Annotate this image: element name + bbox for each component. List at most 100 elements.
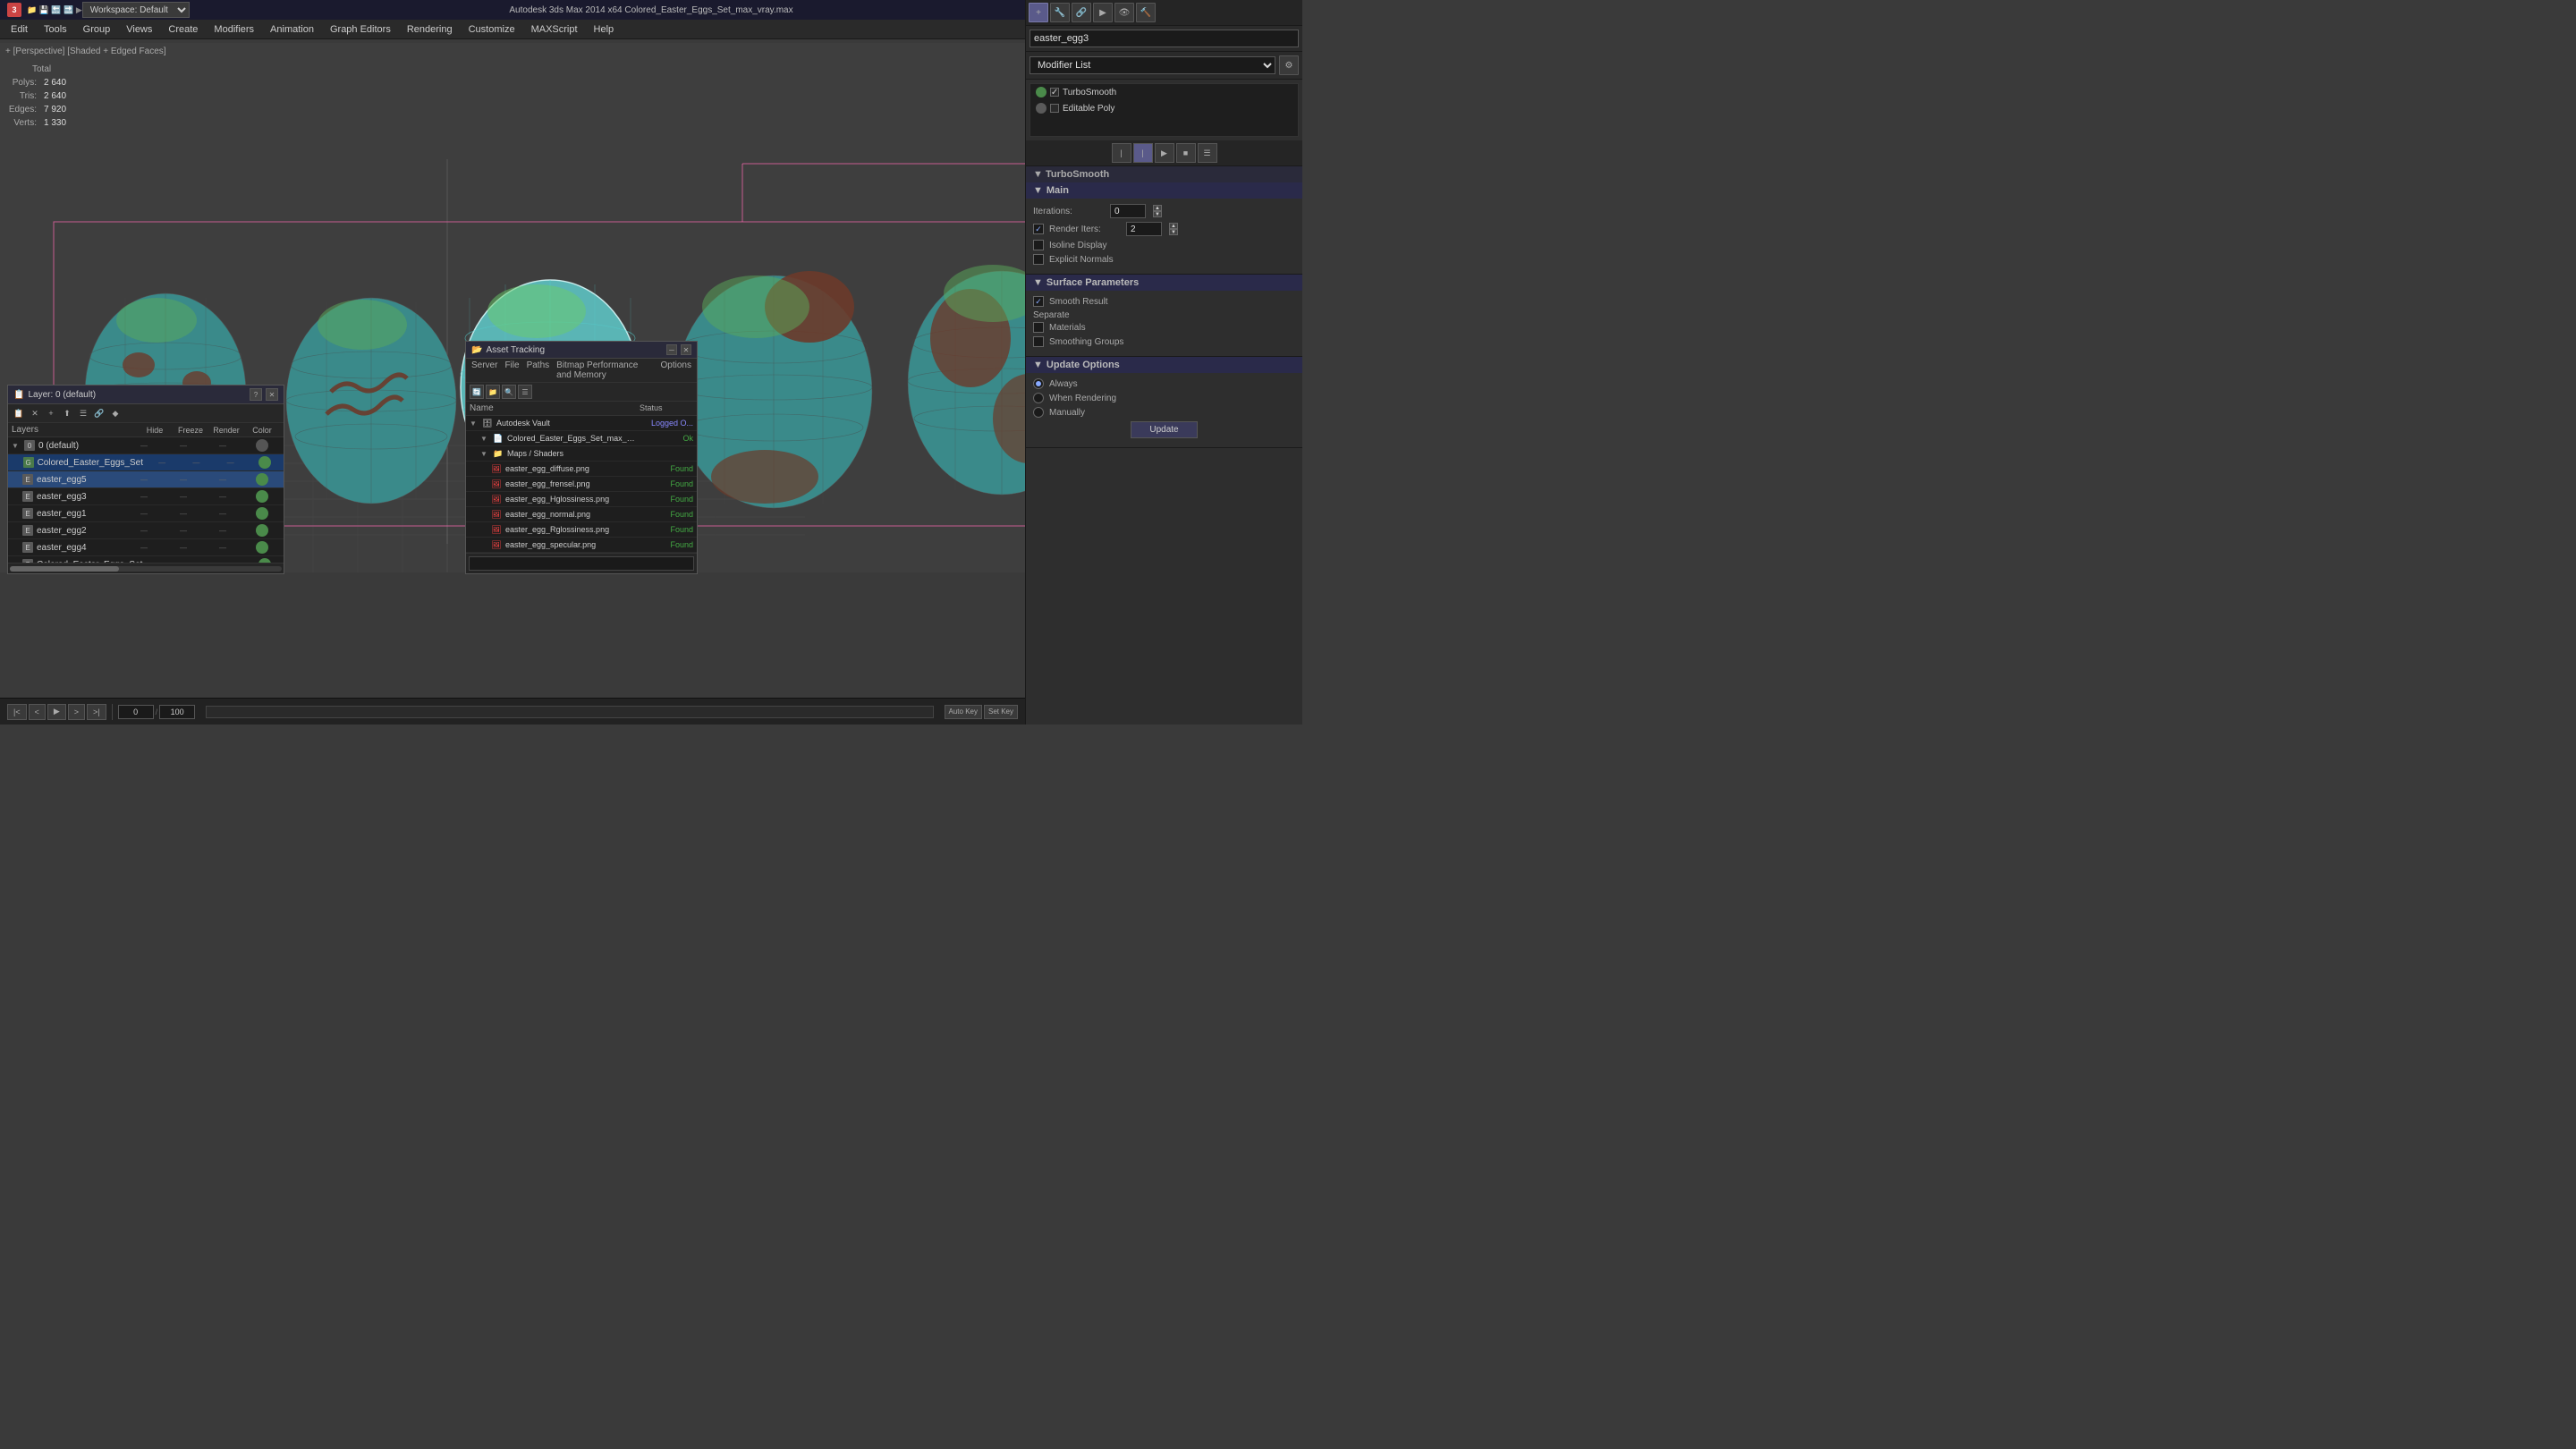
- layer-item-egg3[interactable]: E easter_egg3 — — —: [8, 488, 284, 505]
- render-iters-checkbox[interactable]: [1033, 224, 1044, 234]
- layer-toolbar-btn-delete[interactable]: ✕: [28, 406, 42, 420]
- render-iters-up-btn[interactable]: ▲: [1169, 223, 1178, 229]
- layer-toolbar-btn-add[interactable]: +: [44, 406, 58, 420]
- layer-render-group[interactable]: —: [215, 459, 245, 467]
- bottom-btn-4[interactable]: >: [68, 704, 85, 720]
- asset-item-rgloss[interactable]: 🖼 easter_egg_Rglossiness.png Found: [466, 522, 697, 538]
- pv-btn-5[interactable]: ☰: [1198, 143, 1217, 163]
- render-iters-input[interactable]: [1126, 222, 1162, 236]
- workspace-dropdown[interactable]: Workspace: DefaultWorkspace: Default: [82, 2, 190, 18]
- materials-checkbox[interactable]: [1033, 322, 1044, 333]
- layer-panel-scrollbar[interactable]: [8, 563, 284, 573]
- modifier-turbosmooth[interactable]: ✓ TurboSmooth: [1030, 84, 1298, 100]
- update-options-header[interactable]: ▼ Update Options: [1026, 357, 1302, 373]
- pv-btn-3[interactable]: ▶: [1155, 143, 1174, 163]
- layer-hide-egg4[interactable]: —: [126, 544, 162, 552]
- asset-menu-paths[interactable]: Paths: [527, 360, 550, 380]
- pv-btn-4[interactable]: ■: [1176, 143, 1196, 163]
- modifier-editable-poly-checkbox[interactable]: [1050, 104, 1059, 113]
- menu-help[interactable]: Help: [587, 22, 622, 37]
- rp-btn-hierarchy[interactable]: 🔗: [1072, 3, 1091, 22]
- asset-item-diffuse[interactable]: 🖼 easter_egg_diffuse.png Found: [466, 462, 697, 477]
- asset-item-maps[interactable]: ▼ 📁 Maps / Shaders: [466, 446, 697, 462]
- frame-input[interactable]: [118, 705, 154, 719]
- layer-render-0[interactable]: —: [205, 442, 241, 450]
- layer-item-egg4[interactable]: E easter_egg4 — — —: [8, 539, 284, 556]
- when-rendering-radio[interactable]: [1033, 393, 1044, 403]
- isoline-checkbox[interactable]: [1033, 240, 1044, 250]
- smoothing-groups-checkbox[interactable]: [1033, 336, 1044, 347]
- main-section-header[interactable]: ▼ Main: [1026, 182, 1302, 199]
- asset-item-normal[interactable]: 🖼 easter_egg_normal.png Found: [466, 507, 697, 522]
- layer-render-egg2[interactable]: —: [205, 527, 241, 535]
- asset-item-maxfile[interactable]: ▼ 📄 Colored_Easter_Eggs_Set_max_vray.max…: [466, 431, 697, 446]
- asset-menu-file[interactable]: File: [504, 360, 519, 380]
- bottom-btn-1[interactable]: |<: [7, 704, 27, 720]
- layer-freeze-egg1[interactable]: —: [165, 510, 201, 518]
- asset-item-specular[interactable]: 🖼 easter_egg_specular.png Found: [466, 538, 697, 553]
- bottom-btn-2[interactable]: <: [29, 704, 46, 720]
- layer-item-colored-eggs-set[interactable]: G Colored_Easter_Eggs_Set — — —: [8, 454, 284, 471]
- menu-maxscript[interactable]: MAXScript: [524, 22, 585, 37]
- menu-views[interactable]: Views: [119, 22, 159, 37]
- layer-close-btn[interactable]: ✕: [266, 388, 278, 401]
- layer-freeze-egg5[interactable]: —: [165, 476, 201, 484]
- turbosmooth-header[interactable]: ▼ TurboSmooth: [1026, 166, 1302, 182]
- manually-radio[interactable]: [1033, 407, 1044, 418]
- layer-toolbar-btn-7[interactable]: ◆: [108, 406, 123, 420]
- menu-create[interactable]: Create: [161, 22, 205, 37]
- layer-freeze-eggs-set-2[interactable]: —: [181, 561, 211, 564]
- layer-hide-group[interactable]: —: [147, 459, 177, 467]
- asset-menu-server[interactable]: Server: [471, 360, 497, 380]
- layer-hide-egg2[interactable]: —: [126, 527, 162, 535]
- bottom-btn-5[interactable]: >|: [87, 704, 106, 720]
- asset-close-btn[interactable]: ✕: [681, 344, 691, 355]
- surface-params-header[interactable]: ▼ Surface Parameters: [1026, 275, 1302, 291]
- asset-toolbar-btn-1[interactable]: 🔄: [470, 385, 484, 399]
- layer-toolbar-btn-6[interactable]: 🔗: [92, 406, 106, 420]
- explicit-normals-checkbox[interactable]: [1033, 254, 1044, 265]
- asset-menu-bitmap[interactable]: Bitmap Performance and Memory: [556, 360, 653, 380]
- layer-render-egg5[interactable]: —: [205, 476, 241, 484]
- layer-hide-eggs-set-2[interactable]: —: [146, 561, 176, 564]
- layer-toolbar-btn-1[interactable]: 📋: [12, 406, 26, 420]
- asset-item-vault[interactable]: ▼ 🗄 Autodesk Vault Logged O...: [466, 416, 697, 431]
- layer-item-0-default[interactable]: ▼ 0 0 (default) — — —: [8, 437, 284, 454]
- layer-item-egg1[interactable]: E easter_egg1 — — —: [8, 505, 284, 522]
- layer-hide-egg5[interactable]: —: [126, 476, 162, 484]
- layer-render-egg3[interactable]: —: [205, 493, 241, 501]
- modifier-list-dropdown[interactable]: Modifier List: [1030, 56, 1275, 74]
- asset-minimize-btn[interactable]: ─: [666, 344, 677, 355]
- layer-render-egg1[interactable]: —: [205, 510, 241, 518]
- asset-menu-options[interactable]: Options: [661, 360, 691, 380]
- modifier-configure-btn[interactable]: ⚙: [1279, 55, 1299, 75]
- asset-toolbar-btn-3[interactable]: 🔍: [502, 385, 516, 399]
- layer-freeze-egg2[interactable]: —: [165, 527, 201, 535]
- asset-item-frensel[interactable]: 🖼 easter_egg_frensel.png Found: [466, 477, 697, 492]
- layer-render-egg4[interactable]: —: [205, 544, 241, 552]
- layer-help-btn[interactable]: ?: [250, 388, 262, 401]
- menu-tools[interactable]: Tools: [37, 22, 74, 37]
- layer-render-eggs-set-2[interactable]: —: [215, 561, 245, 564]
- layer-freeze-egg3[interactable]: —: [165, 493, 201, 501]
- menu-modifiers[interactable]: Modifiers: [207, 22, 261, 37]
- pv-btn-2[interactable]: |: [1133, 143, 1153, 163]
- autokey-btn[interactable]: Auto Key: [945, 705, 982, 719]
- layer-item-egg5[interactable]: E easter_egg5 — — —: [8, 471, 284, 488]
- rp-btn-modify[interactable]: 🔧: [1050, 3, 1070, 22]
- rp-btn-motion[interactable]: ▶: [1093, 3, 1113, 22]
- rp-btn-utilities[interactable]: 🔨: [1136, 3, 1156, 22]
- menu-group[interactable]: Group: [76, 22, 118, 37]
- always-radio[interactable]: [1033, 378, 1044, 389]
- modifier-turbosmooth-checkbox[interactable]: ✓: [1050, 88, 1059, 97]
- asset-toolbar-btn-2[interactable]: 📁: [486, 385, 500, 399]
- setkey-btn[interactable]: Set Key: [984, 705, 1018, 719]
- bottom-btn-play[interactable]: ▶: [47, 704, 66, 720]
- layer-freeze-egg4[interactable]: —: [165, 544, 201, 552]
- layer-toolbar-btn-5[interactable]: ☰: [76, 406, 90, 420]
- layer-freeze-0[interactable]: —: [165, 442, 201, 450]
- rp-btn-display[interactable]: 👁: [1114, 3, 1134, 22]
- layer-hide-egg1[interactable]: —: [126, 510, 162, 518]
- asset-item-hgloss[interactable]: 🖼 easter_egg_Hglossiness.png Found: [466, 492, 697, 507]
- asset-toolbar-btn-4[interactable]: ☰: [518, 385, 532, 399]
